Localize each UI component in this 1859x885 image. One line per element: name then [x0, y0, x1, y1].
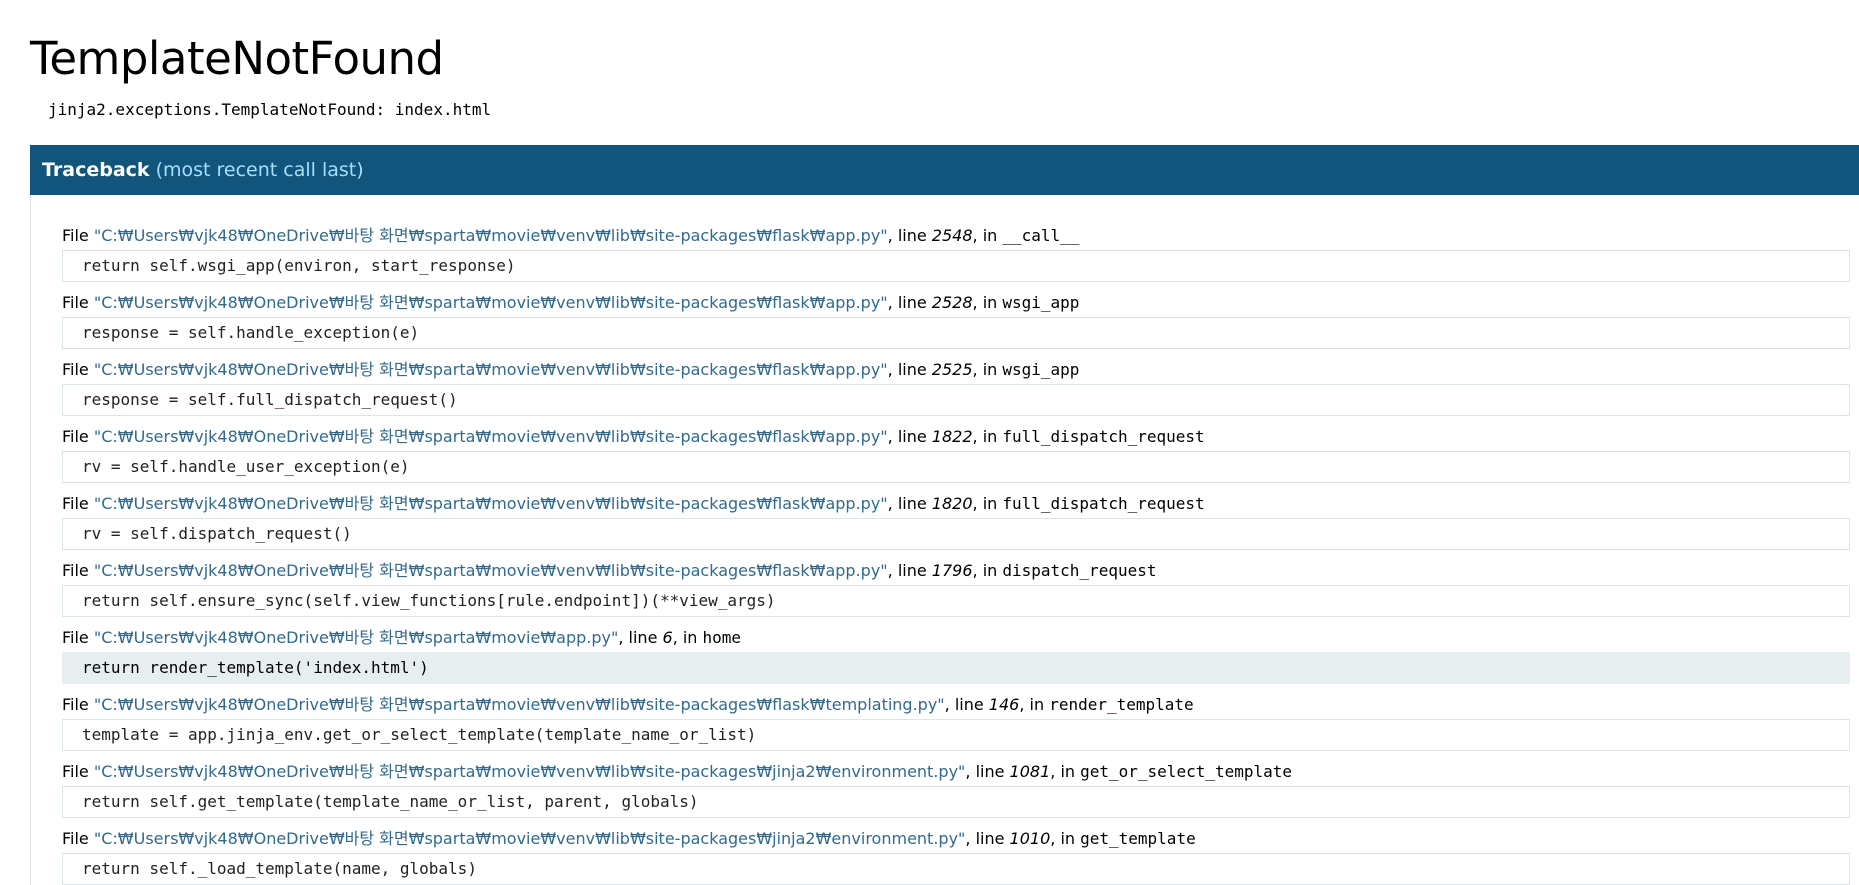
- frame-file-label: File: [62, 561, 89, 580]
- frame-in-label: , in: [1050, 762, 1081, 781]
- traceback-frame: File "C:₩Users₩vjk48₩OneDrive₩바탕 화면₩spar…: [62, 627, 1859, 684]
- frame-in-label: , in: [972, 360, 1003, 379]
- frame-file-label: File: [62, 226, 89, 245]
- frame-line-label: , line: [887, 494, 932, 513]
- debugger-page: TemplateNotFound jinja2.exceptions.Templ…: [0, 0, 1859, 885]
- frame-lineno: 1822: [931, 427, 973, 446]
- frame-header: File "C:₩Users₩vjk48₩OneDrive₩바탕 화면₩spar…: [62, 292, 1859, 314]
- frame-lineno: 6: [662, 628, 673, 647]
- frame-code-line[interactable]: template = app.jinja_env.get_or_select_t…: [62, 719, 1850, 751]
- frame-filename: "C:₩Users₩vjk48₩OneDrive₩바탕 화면₩sparta₩mo…: [93, 628, 619, 647]
- frame-filename: "C:₩Users₩vjk48₩OneDrive₩바탕 화면₩sparta₩mo…: [93, 226, 888, 245]
- frame-filename: "C:₩Users₩vjk48₩OneDrive₩바탕 화면₩sparta₩mo…: [93, 360, 888, 379]
- frame-code-line[interactable]: rv = self.dispatch_request(): [62, 518, 1850, 550]
- frame-file-label: File: [62, 360, 89, 379]
- frame-in-label: , in: [1050, 829, 1081, 848]
- frame-filename: "C:₩Users₩vjk48₩OneDrive₩바탕 화면₩sparta₩mo…: [93, 829, 966, 848]
- frame-file-label: File: [62, 494, 89, 513]
- traceback-frame: File "C:₩Users₩vjk48₩OneDrive₩바탕 화면₩spar…: [62, 292, 1859, 349]
- frame-line-label: , line: [944, 695, 989, 714]
- traceback-hint: (most recent call last): [155, 159, 364, 181]
- frame-line-label: , line: [618, 628, 663, 647]
- frame-line-label: , line: [887, 427, 932, 446]
- frame-function: __call__: [1002, 226, 1080, 245]
- frame-function: wsgi_app: [1002, 360, 1080, 379]
- page-title: TemplateNotFound: [30, 32, 444, 85]
- frame-code-line[interactable]: return self.get_template(template_name_o…: [62, 786, 1850, 818]
- frame-lineno: 2528: [931, 293, 973, 312]
- traceback-frame: File "C:₩Users₩vjk48₩OneDrive₩바탕 화면₩spar…: [62, 225, 1859, 282]
- frame-filename: "C:₩Users₩vjk48₩OneDrive₩바탕 화면₩sparta₩mo…: [93, 695, 945, 714]
- frame-line-label: , line: [887, 226, 932, 245]
- frame-file-label: File: [62, 695, 89, 714]
- frame-file-label: File: [62, 628, 89, 647]
- frame-filename: "C:₩Users₩vjk48₩OneDrive₩바탕 화면₩sparta₩mo…: [93, 762, 966, 781]
- frame-function: home: [702, 628, 742, 647]
- frame-in-label: , in: [972, 561, 1003, 580]
- frame-lineno: 2525: [931, 360, 973, 379]
- frame-code-line-current[interactable]: return render_template('index.html'): [62, 652, 1850, 684]
- frame-function: wsgi_app: [1002, 293, 1080, 312]
- frame-line-label: , line: [887, 561, 932, 580]
- frame-function: dispatch_request: [1002, 561, 1157, 580]
- frame-lineno: 146: [988, 695, 1020, 714]
- frame-lineno: 1820: [931, 494, 973, 513]
- traceback-frame: File "C:₩Users₩vjk48₩OneDrive₩바탕 화면₩spar…: [62, 560, 1859, 617]
- frame-line-label: , line: [887, 293, 932, 312]
- frame-header: File "C:₩Users₩vjk48₩OneDrive₩바탕 화면₩spar…: [62, 560, 1859, 582]
- frame-line-label: , line: [965, 762, 1010, 781]
- frame-line-label: , line: [887, 360, 932, 379]
- frame-header: File "C:₩Users₩vjk48₩OneDrive₩바탕 화면₩spar…: [62, 426, 1859, 448]
- frame-in-label: , in: [972, 293, 1003, 312]
- error-message: jinja2.exceptions.TemplateNotFound: inde…: [48, 100, 492, 119]
- frame-header: File "C:₩Users₩vjk48₩OneDrive₩바탕 화면₩spar…: [62, 627, 1859, 649]
- frame-lineno: 1010: [1009, 829, 1051, 848]
- frame-code-line[interactable]: response = self.handle_exception(e): [62, 317, 1850, 349]
- frame-lineno: 1081: [1009, 762, 1051, 781]
- frame-in-label: , in: [972, 494, 1003, 513]
- frame-filename: "C:₩Users₩vjk48₩OneDrive₩바탕 화면₩sparta₩mo…: [93, 561, 888, 580]
- frame-in-label: , in: [972, 226, 1003, 245]
- frame-file-label: File: [62, 427, 89, 446]
- frame-function: render_template: [1049, 695, 1194, 714]
- frame-code-line[interactable]: return self.ensure_sync(self.view_functi…: [62, 585, 1850, 617]
- frame-in-label: , in: [1019, 695, 1050, 714]
- frame-file-label: File: [62, 293, 89, 312]
- frame-line-label: , line: [965, 829, 1010, 848]
- frame-lineno: 2548: [931, 226, 973, 245]
- frame-file-label: File: [62, 762, 89, 781]
- traceback-header[interactable]: Traceback (most recent call last): [30, 145, 1859, 195]
- frame-header: File "C:₩Users₩vjk48₩OneDrive₩바탕 화면₩spar…: [62, 828, 1859, 850]
- traceback-frame: File "C:₩Users₩vjk48₩OneDrive₩바탕 화면₩spar…: [62, 493, 1859, 550]
- frame-code-line[interactable]: response = self.full_dispatch_request(): [62, 384, 1850, 416]
- frame-filename: "C:₩Users₩vjk48₩OneDrive₩바탕 화면₩sparta₩mo…: [93, 427, 888, 446]
- traceback-frame: File "C:₩Users₩vjk48₩OneDrive₩바탕 화면₩spar…: [62, 359, 1859, 416]
- frame-function: get_or_select_template: [1080, 762, 1293, 781]
- frame-file-label: File: [62, 829, 89, 848]
- traceback-frame: File "C:₩Users₩vjk48₩OneDrive₩바탕 화면₩spar…: [62, 426, 1859, 483]
- frame-function: get_template: [1080, 829, 1196, 848]
- frame-function: full_dispatch_request: [1002, 427, 1205, 446]
- frame-filename: "C:₩Users₩vjk48₩OneDrive₩바탕 화면₩sparta₩mo…: [93, 494, 888, 513]
- frame-header: File "C:₩Users₩vjk48₩OneDrive₩바탕 화면₩spar…: [62, 359, 1859, 381]
- frame-header: File "C:₩Users₩vjk48₩OneDrive₩바탕 화면₩spar…: [62, 225, 1859, 247]
- frame-header: File "C:₩Users₩vjk48₩OneDrive₩바탕 화면₩spar…: [62, 493, 1859, 515]
- frame-lineno: 1796: [931, 561, 973, 580]
- traceback-section: Traceback (most recent call last) File "…: [30, 145, 1859, 885]
- frame-header: File "C:₩Users₩vjk48₩OneDrive₩바탕 화면₩spar…: [62, 761, 1859, 783]
- frame-in-label: , in: [972, 427, 1003, 446]
- frame-code-line[interactable]: return self.wsgi_app(environ, start_resp…: [62, 250, 1850, 282]
- frame-header: File "C:₩Users₩vjk48₩OneDrive₩바탕 화면₩spar…: [62, 694, 1859, 716]
- frame-code-line[interactable]: rv = self.handle_user_exception(e): [62, 451, 1850, 483]
- frame-filename: "C:₩Users₩vjk48₩OneDrive₩바탕 화면₩sparta₩mo…: [93, 293, 888, 312]
- frame-function: full_dispatch_request: [1002, 494, 1205, 513]
- traceback-frame: File "C:₩Users₩vjk48₩OneDrive₩바탕 화면₩spar…: [62, 828, 1859, 885]
- traceback-frames: File "C:₩Users₩vjk48₩OneDrive₩바탕 화면₩spar…: [30, 195, 1859, 885]
- frame-in-label: , in: [672, 628, 703, 647]
- traceback-frame: File "C:₩Users₩vjk48₩OneDrive₩바탕 화면₩spar…: [62, 761, 1859, 818]
- traceback-label: Traceback: [42, 159, 150, 181]
- frame-code-line[interactable]: return self._load_template(name, globals…: [62, 853, 1850, 885]
- traceback-frame: File "C:₩Users₩vjk48₩OneDrive₩바탕 화면₩spar…: [62, 694, 1859, 751]
